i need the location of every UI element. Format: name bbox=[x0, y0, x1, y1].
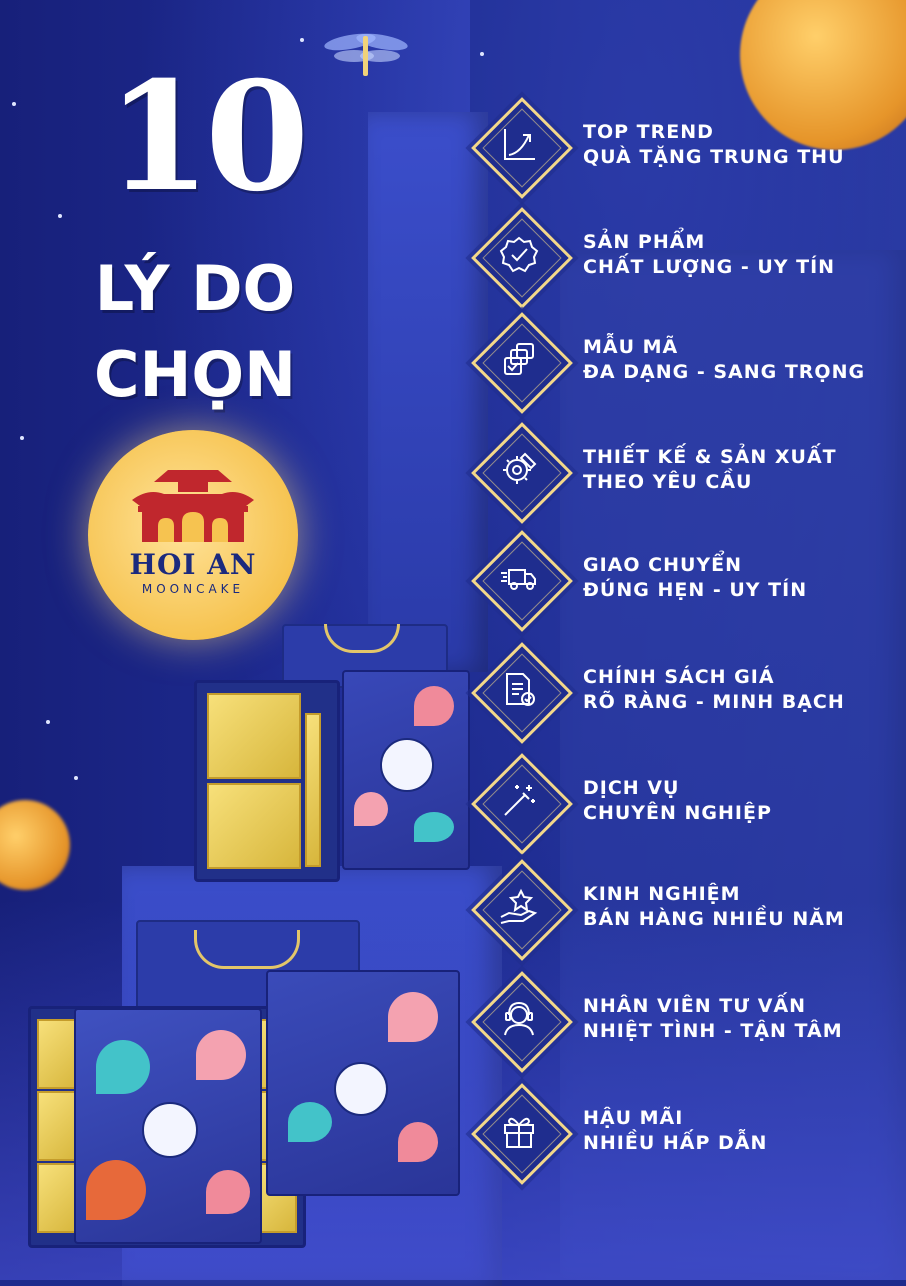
gift-box-cover bbox=[74, 1008, 262, 1244]
star-decoration bbox=[300, 38, 304, 42]
brand-subtitle: MOONCAKE bbox=[141, 582, 245, 596]
reason-subtitle: RÕ RÀNG - MINH BẠCH bbox=[583, 691, 845, 713]
star-decoration bbox=[20, 436, 24, 440]
reason-item: NHÂN VIÊN TƯ VẤN NHIỆT TÌNH - TẬN TÂM bbox=[466, 966, 896, 1073]
magic-wand-icon bbox=[504, 785, 535, 816]
reason-title: DỊCH VỤ bbox=[583, 777, 680, 799]
reason-item: KINH NGHIỆM BÁN HÀNG NHIỀU NĂM bbox=[466, 854, 896, 961]
stacked-cards-icon bbox=[504, 343, 534, 375]
reason-title: THIẾT KẾ & SẢN XUẤT bbox=[583, 446, 837, 468]
headline-line-2: CHỌN bbox=[94, 338, 296, 411]
brand-name: HOI AN bbox=[129, 548, 257, 581]
headline-line-1: LÝ DO bbox=[94, 252, 296, 325]
pagoda-gate-icon bbox=[132, 470, 254, 542]
mooncake-gift-box-open bbox=[194, 680, 340, 882]
star-decoration bbox=[58, 214, 62, 218]
lotus-pattern bbox=[354, 792, 388, 826]
gift-box-icon bbox=[504, 1117, 534, 1148]
trend-chart-icon bbox=[504, 129, 535, 160]
quality-badge-icon bbox=[499, 236, 539, 273]
reason-item: SẢN PHẨM CHẤT LƯỢNG - UY TÍN bbox=[466, 202, 896, 309]
lotus-pattern bbox=[398, 1122, 438, 1162]
mooncake-tray bbox=[207, 783, 301, 869]
reason-title: NHÂN VIÊN TƯ VẤN bbox=[583, 995, 807, 1017]
reason-title: KINH NGHIỆM bbox=[583, 883, 741, 905]
mooncake-tray bbox=[207, 693, 301, 779]
reason-subtitle: BÁN HÀNG NHIỀU NĂM bbox=[583, 908, 845, 930]
brand-logo-moon: HOI AN MOONCAKE bbox=[88, 430, 298, 640]
reason-subtitle: ĐÚNG HẸN - UY TÍN bbox=[583, 579, 808, 601]
reason-item: TOP TREND QUÀ TẶNG TRUNG THU bbox=[466, 92, 896, 199]
reason-subtitle: THEO YÊU CẦU bbox=[583, 471, 753, 493]
reason-item: CHÍNH SÁCH GIÁ RÕ RÀNG - MINH BẠCH bbox=[466, 637, 896, 744]
reason-subtitle: NHIỆT TÌNH - TẬN TÂM bbox=[583, 1020, 843, 1042]
reason-subtitle: ĐA DẠNG - SANG TRỌNG bbox=[583, 361, 866, 383]
star-decoration bbox=[480, 52, 484, 56]
reason-title: TOP TREND bbox=[583, 121, 714, 143]
reason-item: DỊCH VỤ CHUYÊN NGHIỆP bbox=[466, 748, 896, 855]
reason-title: SẢN PHẨM bbox=[583, 231, 706, 253]
brand-seal bbox=[380, 738, 434, 792]
lotus-pattern bbox=[388, 992, 438, 1042]
lotus-pattern bbox=[206, 1170, 250, 1214]
leaf-pattern bbox=[414, 812, 454, 842]
gift-box-cover bbox=[342, 670, 470, 870]
reason-title: CHÍNH SÁCH GIÁ bbox=[583, 666, 775, 688]
reason-title: HẬU MÃI bbox=[583, 1107, 684, 1129]
star-decoration bbox=[12, 102, 16, 106]
reason-title: GIAO CHUYỂN bbox=[583, 554, 743, 576]
headset-agent-icon bbox=[504, 1001, 534, 1036]
gift-box-cover bbox=[266, 970, 460, 1196]
leaf-pattern bbox=[288, 1102, 332, 1142]
hand-star-icon bbox=[500, 888, 538, 924]
star-decoration bbox=[74, 776, 78, 780]
bag-handle bbox=[324, 624, 400, 653]
reason-item: THIẾT KẾ & SẢN XUẤT THEO YÊU CẦU bbox=[466, 417, 896, 524]
brand-seal bbox=[334, 1062, 388, 1116]
leaf-pattern bbox=[96, 1040, 150, 1094]
reason-subtitle: CHUYÊN NGHIỆP bbox=[583, 802, 772, 824]
brand-seal bbox=[142, 1102, 198, 1158]
reason-subtitle: CHẤT LƯỢNG - UY TÍN bbox=[583, 256, 836, 278]
design-gear-icon bbox=[503, 452, 537, 484]
headline-number: 10 bbox=[106, 49, 310, 225]
reason-item: GIAO CHUYỂN ĐÚNG HẸN - UY TÍN bbox=[466, 525, 896, 632]
lotus-pattern bbox=[414, 686, 454, 726]
lotus-pattern bbox=[196, 1030, 246, 1080]
delivery-truck-icon bbox=[501, 569, 536, 590]
reason-item: HẬU MÃI NHIỀU HẤP DẪN bbox=[466, 1078, 896, 1185]
star-decoration bbox=[46, 720, 50, 724]
reason-item: MẪU MÃ ĐA DẠNG - SANG TRỌNG bbox=[466, 307, 896, 414]
price-document-icon bbox=[506, 673, 535, 706]
lotus-pattern bbox=[86, 1160, 146, 1220]
reason-title: MẪU MÃ bbox=[583, 336, 679, 358]
bag-handle bbox=[194, 930, 300, 969]
reason-subtitle: QUÀ TẶNG TRUNG THU bbox=[583, 146, 845, 168]
reason-subtitle: NHIỀU HẤP DẪN bbox=[583, 1132, 768, 1154]
utensil-slot bbox=[305, 713, 321, 867]
